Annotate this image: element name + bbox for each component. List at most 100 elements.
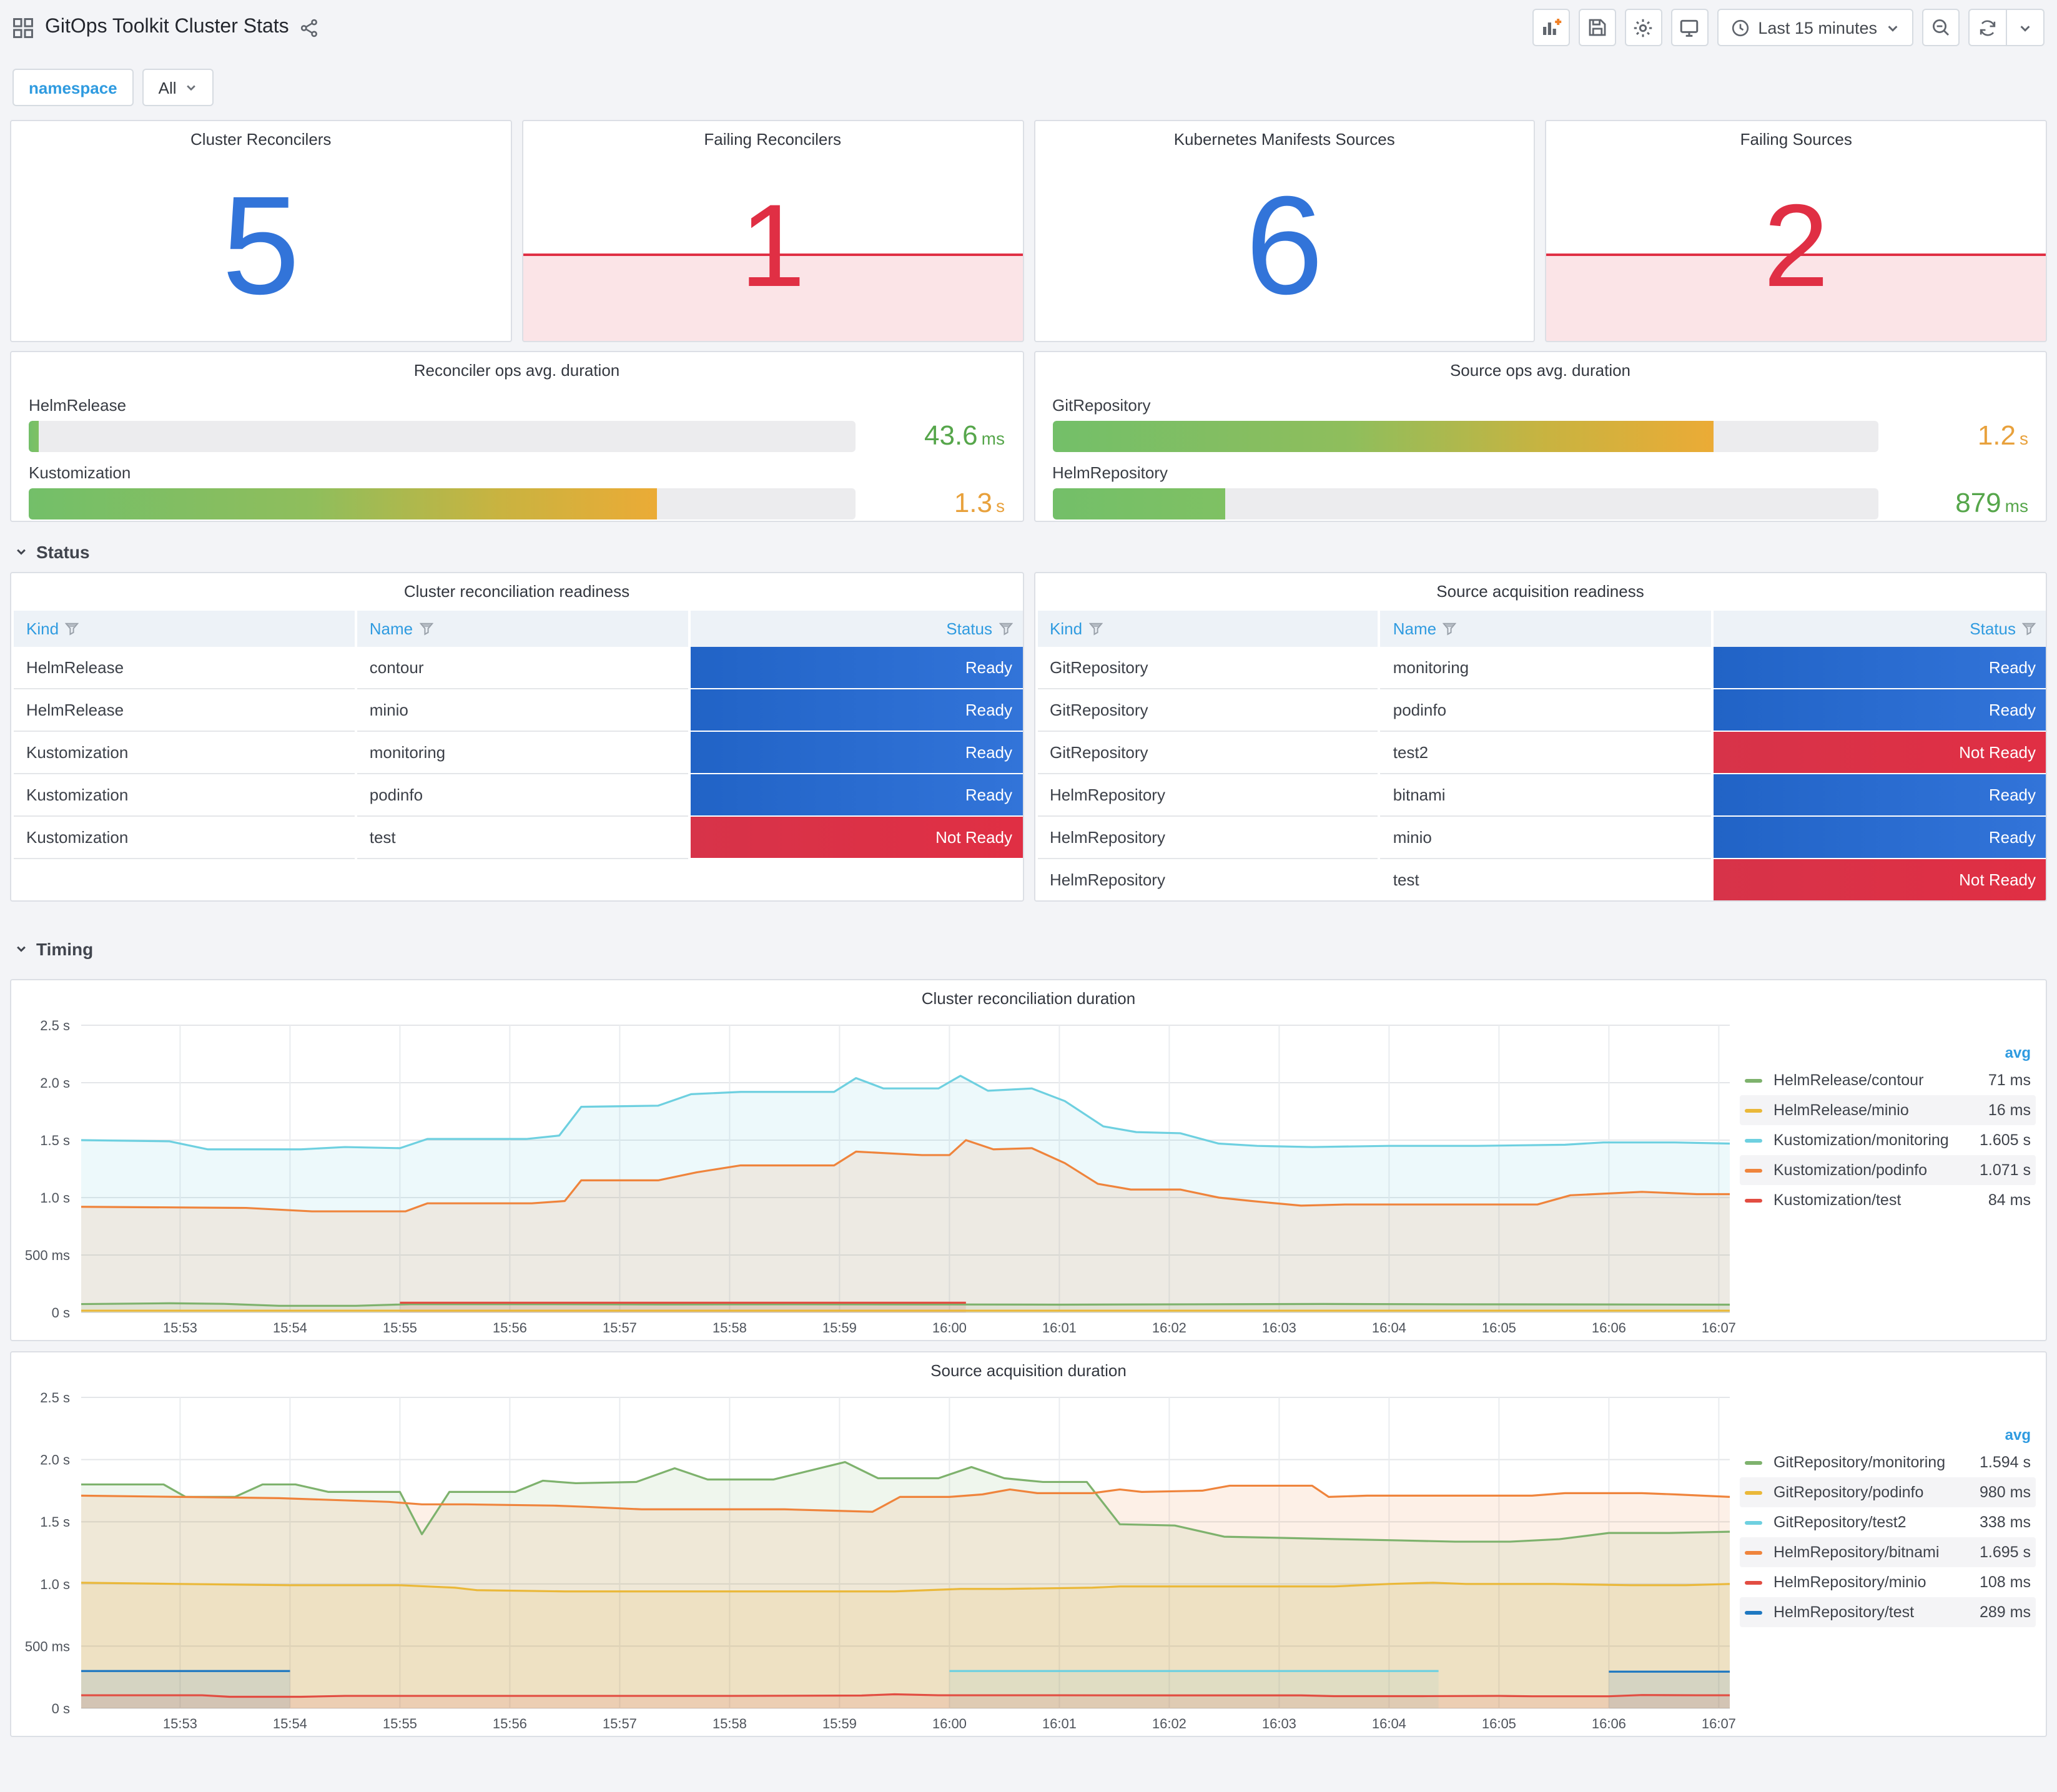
gauge-panel-title[interactable]: Reconciler ops avg. duration (29, 352, 1005, 385)
series-area-fill (81, 1485, 1730, 1708)
cell-kind: GitRepository (1035, 731, 1379, 774)
time-series-plot[interactable]: 0 s 500 ms 1.0 s 1.5 s 2.0 s 2.5 s 15:53 15:54 1… (11, 1013, 1740, 1340)
status-badge: Ready (1714, 689, 2046, 731)
cell-status: Not Ready (1711, 859, 2046, 900)
stat-value: 1 (739, 180, 806, 312)
filter-funnel-icon[interactable] (413, 619, 433, 638)
refresh-button[interactable] (1970, 10, 2006, 45)
legend-item[interactable]: Kustomization/podinfo 1.071 s (1740, 1155, 2036, 1185)
legend-item[interactable]: HelmRepository/bitnami 1.695 s (1740, 1537, 2036, 1567)
tv-cycle-view-button[interactable] (1670, 9, 1709, 46)
section-header-status[interactable]: Status (0, 522, 2057, 572)
dashboard-title: GitOps Toolkit Cluster Stats (45, 16, 289, 37)
chart-body: 0 s 500 ms 1.0 s 1.5 s 2.0 s 2.5 s 15:53 15:54 1… (11, 1385, 2046, 1736)
legend-series-name: Kustomization/podinfo (1773, 1161, 1927, 1179)
legend-item[interactable]: GitRepository/test2 338 ms (1740, 1507, 2036, 1537)
table-panel-title[interactable]: Source acquisition readiness (1035, 573, 2046, 606)
cell-status: Ready (688, 647, 1022, 689)
legend-item[interactable]: HelmRelease/contour 71 ms (1740, 1065, 2036, 1095)
gauge-panel-title[interactable]: Source ops avg. duration (1052, 352, 2028, 385)
x-axis-tick-label: 15:54 (273, 1716, 307, 1731)
filter-funnel-icon[interactable] (1436, 619, 1457, 638)
stat-panel-title[interactable]: Cluster Reconcilers (11, 121, 511, 154)
gauge-line: 1.2 s (1052, 418, 2028, 452)
cell-name: monitoring (354, 731, 689, 774)
chart-legend: avg GitRepository/monitoring 1.594 s GitRep… (1740, 1385, 2046, 1736)
legend-item[interactable]: HelmRepository/test 289 ms (1740, 1597, 2036, 1627)
legend-item[interactable]: Kustomization/test 84 ms (1740, 1185, 2036, 1215)
column-header-label: Name (1393, 619, 1437, 638)
cell-name: podinfo (1378, 689, 1713, 732)
table-panel-title[interactable]: Cluster reconciliation readiness (11, 573, 1022, 606)
x-axis-tick-label: 16:07 (1702, 1320, 1736, 1336)
time-series-plot[interactable]: 0 s 500 ms 1.0 s 1.5 s 2.0 s 2.5 s 15:53 15:54 1… (11, 1385, 1740, 1736)
add-panel-button[interactable] (1532, 9, 1570, 46)
legend-series-color (1745, 1138, 1762, 1142)
stat-panel-title[interactable]: Failing Sources (1547, 121, 2046, 154)
stat-value: 6 (1245, 167, 1324, 324)
legend-series-color (1745, 1580, 1762, 1584)
cell-name: podinfo (354, 774, 689, 817)
legend-item[interactable]: GitRepository/monitoring 1.594 s (1740, 1447, 2036, 1477)
legend-avg-header[interactable]: avg (1740, 1040, 2036, 1065)
x-axis-tick-label: 16:05 (1482, 1716, 1516, 1731)
filter-funnel-icon[interactable] (59, 619, 79, 638)
legend-item[interactable]: GitRepository/podinfo 980 ms (1740, 1477, 2036, 1507)
gauge-row: GitRepository 1.2 s (1052, 396, 2028, 452)
filter-funnel-icon[interactable] (2016, 619, 2036, 638)
status-badge: Ready (1714, 817, 2046, 858)
cell-name: minio (354, 689, 689, 732)
gauge-row: HelmRepository 879 ms (1052, 463, 2028, 519)
cell-kind: Kustomization (11, 774, 356, 817)
status-badge: Ready (1714, 647, 2046, 688)
dashboard-grid-icon[interactable] (12, 17, 34, 38)
table-row: HelmRelease contour Ready (11, 647, 1022, 689)
table-row: GitRepository podinfo Ready (1035, 689, 2046, 732)
x-axis-tick-label: 15:55 (383, 1320, 417, 1336)
column-header-name[interactable]: Name (1378, 611, 1713, 647)
section-header-timing[interactable]: Timing (0, 902, 2057, 969)
column-header-status[interactable]: Status (1711, 611, 2046, 647)
filter-funnel-icon[interactable] (992, 619, 1013, 638)
column-header-name[interactable]: Name (354, 611, 689, 647)
x-axis-tick-label: 15:53 (163, 1716, 197, 1731)
settings-gear-button[interactable] (1624, 9, 1662, 46)
gauge-value: 1.3 s (875, 486, 1005, 519)
x-axis-tick-label: 15:57 (603, 1320, 637, 1336)
column-header-kind[interactable]: Kind (11, 611, 356, 647)
column-header-label: Status (946, 619, 992, 638)
share-icon[interactable] (300, 18, 319, 37)
table-panel-1: Source acquisition readiness Kind Name Stat… (1033, 572, 2047, 902)
gauge-track (1052, 421, 1878, 452)
gauge-row: Kustomization 1.3 s (29, 463, 1005, 519)
gauge-label: GitRepository (1052, 396, 1151, 415)
cell-status: Ready (688, 774, 1022, 817)
stat-panel-title[interactable]: Failing Reconcilers (523, 121, 1023, 154)
legend-item[interactable]: HelmRepository/minio 108 ms (1740, 1567, 2036, 1597)
table-row: HelmRelease minio Ready (11, 689, 1022, 732)
legend-item[interactable]: HelmRelease/minio 16 ms (1740, 1095, 2036, 1125)
column-header-status[interactable]: Status (688, 611, 1022, 647)
chart-panel-title[interactable]: Cluster reconciliation duration (11, 980, 2046, 1013)
time-range-picker[interactable]: Last 15 minutes (1717, 9, 1913, 46)
cell-name: bitnami (1378, 774, 1713, 817)
namespace-variable-label[interactable]: namespace (12, 69, 134, 106)
legend-series-avg: 108 ms (1980, 1573, 2031, 1591)
legend-avg-header[interactable]: avg (1740, 1422, 2036, 1447)
stat-panel-title[interactable]: Kubernetes Manifests Sources (1035, 121, 1534, 154)
legend-series-color (1745, 1550, 1762, 1554)
stat-panel-2: Kubernetes Manifests Sources 6 (1033, 120, 1536, 342)
legend-item[interactable]: Kustomization/monitoring 1.605 s (1740, 1125, 2036, 1155)
cell-name: minio (1378, 816, 1713, 859)
zoom-out-button[interactable] (1922, 9, 1960, 46)
save-dashboard-button[interactable] (1578, 9, 1616, 46)
column-header-kind[interactable]: Kind (1035, 611, 1379, 647)
filter-funnel-icon[interactable] (1082, 619, 1103, 638)
table-row: Kustomization test Not Ready (11, 816, 1022, 859)
gauge-value-number: 1.2 (1977, 419, 2016, 450)
legend-series-name: GitRepository/monitoring (1773, 1454, 1946, 1471)
refresh-interval-dropdown[interactable] (2006, 10, 2043, 45)
cell-name: test (1378, 859, 1713, 900)
namespace-variable-value[interactable]: All (142, 69, 214, 106)
chart-panel-title[interactable]: Source acquisition duration (11, 1352, 2046, 1385)
